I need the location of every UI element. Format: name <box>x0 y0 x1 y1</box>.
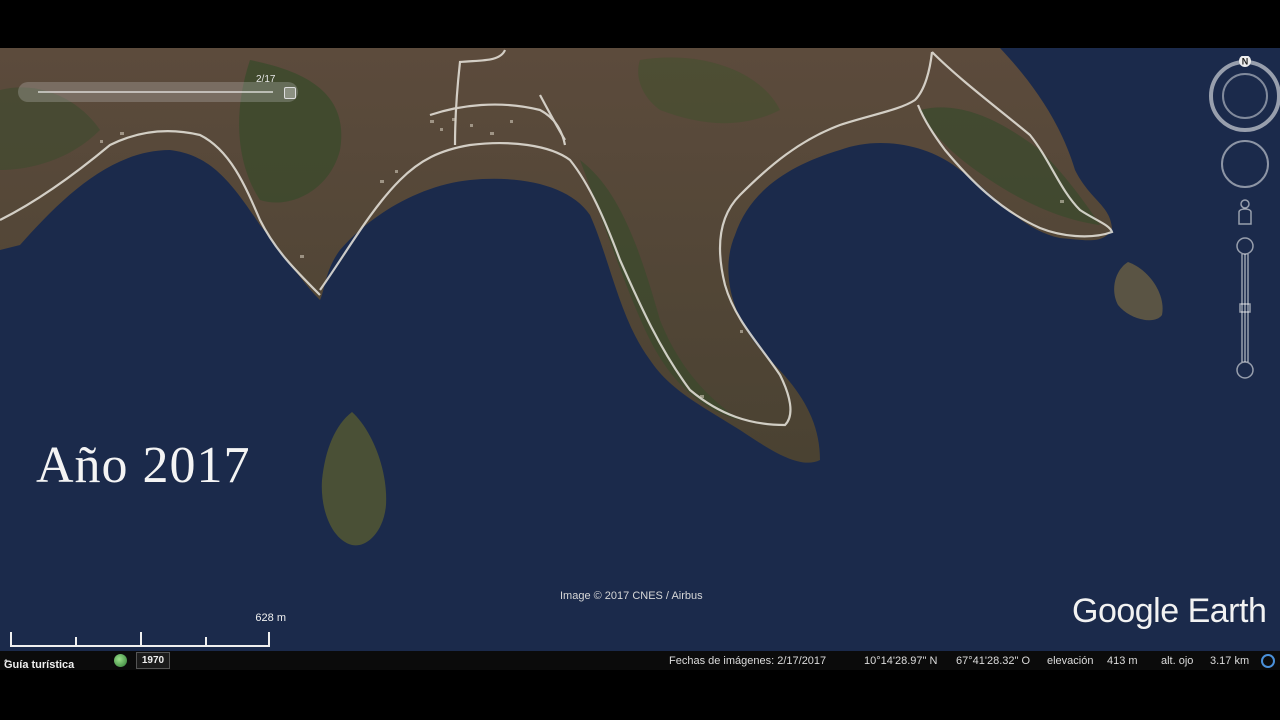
zoom-slider <box>1236 237 1254 379</box>
time-slider-date: 2/17 <box>256 74 276 85</box>
latitude: 10°14'28.97" N <box>864 655 938 667</box>
imagery-date: Fechas de imágenes: 2/17/2017 <box>669 655 827 667</box>
scale-tick <box>140 632 142 647</box>
street-view-pegman-icon <box>1238 199 1252 225</box>
streaming-indicator-icon <box>1261 654 1275 668</box>
scale-tick <box>75 637 77 647</box>
eye-altitude-value: 3.17 km <box>1210 655 1250 667</box>
scale-label: 628 m <box>255 612 286 624</box>
globe-icon[interactable] <box>114 654 127 667</box>
time-slider-handle[interactable] <box>284 87 296 99</box>
historical-time-slider[interactable]: 2/17 <box>18 74 298 102</box>
scale-tick <box>205 637 207 647</box>
imagery-credit: Image © 2017 CNES / Airbus <box>560 590 703 602</box>
elevation-value: 413 m <box>1107 655 1138 667</box>
scale-tick <box>268 632 270 647</box>
scale-bar: 628 m <box>10 612 286 648</box>
time-slider-track[interactable] <box>38 91 273 93</box>
navigation-controls[interactable]: N <box>1208 56 1280 386</box>
status-bar: ˆ Guía turística 1970 Fechas de imágenes… <box>0 651 1280 671</box>
eye-altitude-label: alt. ojo <box>1161 655 1194 667</box>
longitude: 67°41'28.32" O <box>956 655 1031 667</box>
year-title: Año 2017 <box>36 437 251 494</box>
elevation-label: elevación <box>1047 655 1094 667</box>
satellite-map[interactable]: 2/17 <box>0 48 1280 670</box>
letterbox-top <box>0 0 1280 48</box>
north-indicator: N <box>1242 57 1249 67</box>
look-joystick <box>1221 140 1269 188</box>
historical-year-box[interactable]: 1970 <box>136 652 170 669</box>
google-earth-logo: Google Earth <box>1072 592 1267 630</box>
terrain-imagery <box>0 48 1280 670</box>
scale-tick <box>10 632 12 647</box>
letterbox-bottom <box>0 670 1280 720</box>
compass-ring[interactable]: N <box>1209 56 1280 132</box>
